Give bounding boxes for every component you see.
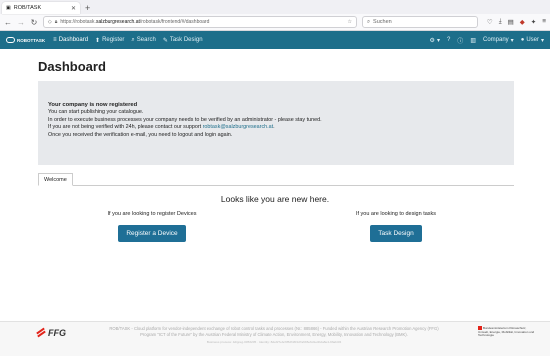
- pencil-icon: ✎: [162, 37, 168, 44]
- nav-register[interactable]: ⬆ Register: [95, 37, 124, 44]
- footer: FFG ROB/TASK - Cloud platform for vendor…: [0, 321, 550, 356]
- chevron-down-icon: ▾: [540, 37, 544, 44]
- browser-tab-bar: ▣ ROB/TASK ✕ +: [0, 0, 550, 14]
- address-bar[interactable]: ◇ 🔒︎ https://robotask.salzburgresearch.a…: [42, 16, 357, 28]
- tab-welcome[interactable]: Welcome: [38, 173, 73, 186]
- search-icon: ⌕: [131, 36, 135, 43]
- download-icon[interactable]: ⤓: [499, 18, 502, 26]
- page-title: Dashboard: [38, 59, 106, 74]
- reload-icon[interactable]: ↻: [30, 18, 38, 27]
- ministry-text: Bundesministerium Klimaschutz, Umwelt, E…: [478, 325, 535, 338]
- building-icon: ▥: [470, 37, 476, 44]
- search-field[interactable]: ⌕ Suchen: [361, 16, 478, 28]
- ministry-logo: Bundesministerium Klimaschutz, Umwelt, E…: [478, 326, 538, 338]
- upload-icon: ⬆: [95, 37, 101, 44]
- user-icon: ●: [520, 37, 525, 43]
- puzzle-icon[interactable]: ✦: [531, 18, 536, 26]
- user-label: User: [526, 37, 539, 43]
- gear-icon: ⚙: [429, 37, 435, 44]
- lock-icon: 🔒︎: [54, 19, 58, 25]
- chevron-down-icon: ▾: [510, 37, 514, 44]
- logo-mark: [6, 37, 15, 43]
- alert-line-4: Once you received the verification e-mai…: [48, 131, 233, 138]
- extension-icon[interactable]: ◆: [520, 18, 525, 26]
- forward-icon[interactable]: →: [17, 18, 25, 27]
- nav-right: ⚙ ▾ ? ⓘ ▥ Company ▾ ● User ▾: [430, 36, 544, 45]
- task-design-text: If you are looking to design tasks: [355, 211, 437, 217]
- bookmark-star-icon[interactable]: ☆: [347, 19, 351, 25]
- new-tab-icon[interactable]: +: [85, 2, 90, 14]
- support-email-link[interactable]: robtask@salzburgresearch.at: [203, 124, 274, 130]
- register-device-section: If you are looking to register Devices R…: [62, 211, 242, 242]
- nav-task-design[interactable]: ✎ Task Design: [163, 37, 203, 44]
- register-device-button[interactable]: Register a Device: [118, 225, 186, 242]
- ffg-logo-text: FFG: [48, 328, 66, 338]
- list-icon: ≡: [53, 37, 57, 43]
- shield-icon: ◇: [47, 19, 52, 25]
- nav-search-label: Search: [136, 37, 156, 43]
- register-device-text: If you are looking to register Devices: [107, 211, 197, 217]
- pocket-icon[interactable]: ♡: [487, 18, 493, 26]
- main-content: Dashboard Your company is now registered…: [0, 49, 550, 321]
- alert-heading: Your company is now registered: [48, 102, 138, 108]
- nav-dashboard-label: Dashboard: [58, 37, 89, 43]
- alert-line-2: In order to execute business processes y…: [48, 116, 322, 123]
- task-design-button[interactable]: Task Design: [370, 225, 422, 242]
- registration-alert: Your company is now registered You can s…: [38, 81, 514, 165]
- alert-line-3: If you are not being verified with 24h, …: [48, 124, 275, 131]
- app-navbar: ROBOTTASK ≡ Dashboard ⬆ Register ⌕ Searc…: [0, 31, 550, 49]
- settings-dropdown[interactable]: ⚙ ▾: [430, 37, 440, 44]
- funding-text: ROB/TASK - Cloud platform for vendor-ind…: [109, 326, 439, 338]
- tab-strip: Welcome: [38, 173, 514, 186]
- company-label: Company: [482, 37, 509, 43]
- task-design-section: If you are looking to design tasks Task …: [306, 211, 486, 242]
- nav-register-label: Register: [102, 37, 125, 43]
- browser-tab[interactable]: ▣ ROB/TASK ✕: [2, 2, 80, 14]
- back-icon[interactable]: ←: [4, 18, 12, 27]
- logo-text: ROBOTTASK: [17, 37, 46, 43]
- search-placeholder: Suchen: [373, 19, 392, 25]
- robotask-logo[interactable]: ROBOTTASK: [6, 37, 45, 43]
- help-icon[interactable]: ?: [447, 37, 450, 43]
- nav-dashboard[interactable]: ≡ Dashboard: [53, 37, 88, 43]
- search-icon: ⌕: [366, 18, 371, 25]
- browser-toolbar: ← → ↻ ◇ 🔒︎ https://robotask.salzburgrese…: [0, 14, 550, 31]
- funding-notice: ROB/TASK - Cloud platform for vendor-ind…: [105, 326, 443, 345]
- library-icon[interactable]: ▤: [508, 18, 514, 26]
- nav-task-design-label: Task Design: [169, 37, 203, 43]
- alert-line-1: You can start publishing your catalogue.: [48, 109, 144, 116]
- chevron-down-icon: ▾: [436, 37, 440, 44]
- nav-search[interactable]: ⌕ Search: [131, 37, 155, 44]
- url-text: https://robotask.salzburgresearch.at/rob…: [60, 19, 210, 25]
- user-dropdown[interactable]: ● User ▾: [521, 37, 544, 44]
- company-dropdown[interactable]: Company ▾: [483, 37, 514, 44]
- welcome-heading: Looks like you are new here.: [220, 194, 330, 204]
- page-icon: ▣: [6, 5, 11, 11]
- menu-icon[interactable]: ≡: [542, 18, 546, 26]
- browser-tools: ♡ ⤓ ▤ ◆ ✦ ≡: [487, 18, 546, 26]
- footer-small-print: Business process: 4digreg-0053205 · Iden…: [206, 339, 342, 344]
- ffg-logo: FFG: [36, 327, 66, 338]
- tab-title: ROB/TASK: [13, 5, 42, 11]
- ffg-mark: [36, 327, 46, 338]
- info-icon[interactable]: ⓘ: [457, 36, 463, 45]
- close-tab-icon[interactable]: ✕: [71, 5, 76, 12]
